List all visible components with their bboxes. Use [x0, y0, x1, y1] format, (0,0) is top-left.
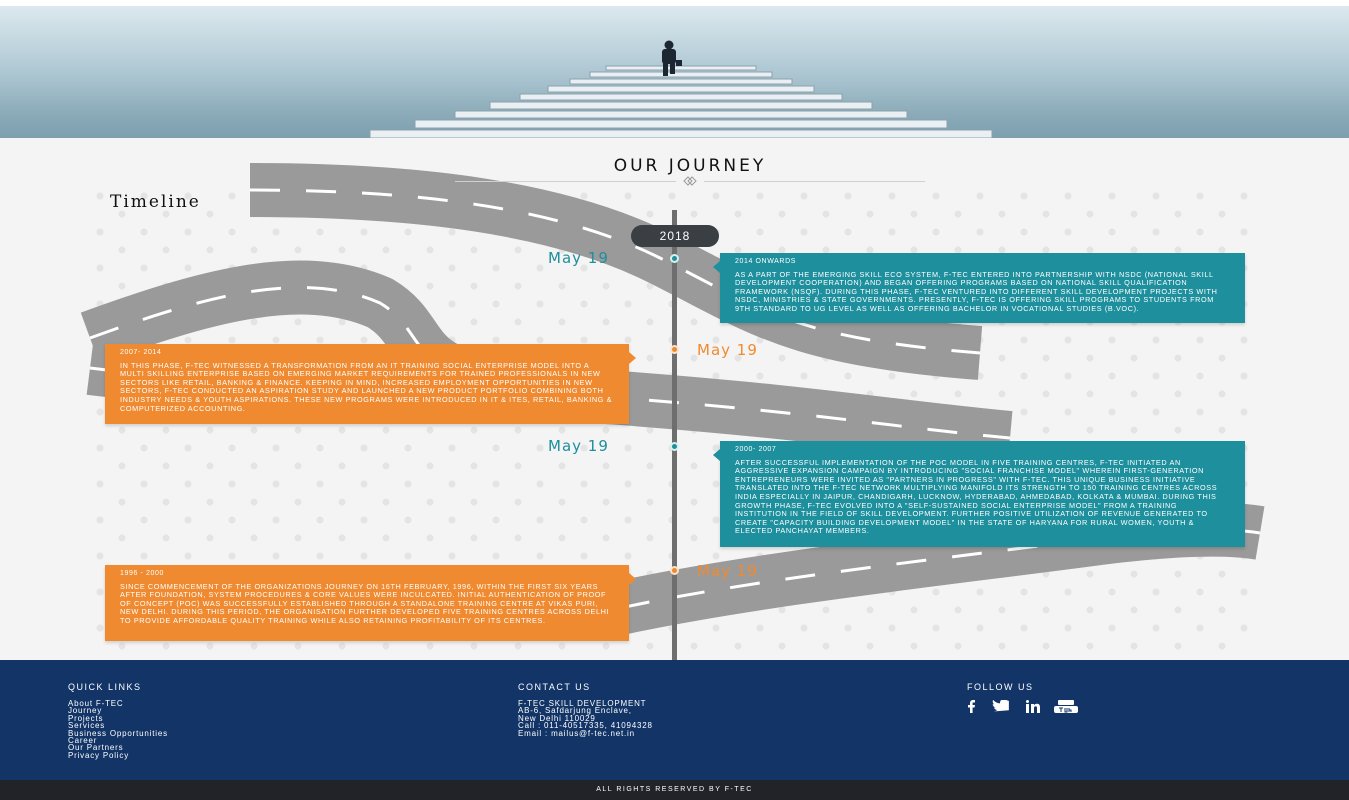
youtube-icon[interactable] — [1054, 700, 1078, 713]
social-icons — [967, 700, 1078, 713]
card-period: 2007- 2014 — [120, 349, 162, 356]
card-text: AS A PART OF THE EMERGING SKILL ECO SYST… — [735, 269, 1218, 313]
timeline-date: May 19 — [548, 437, 609, 455]
contact-email[interactable]: Email : mailus@f-tec.net.in — [518, 729, 653, 737]
hero-staircase-image — [0, 6, 1349, 138]
follow-heading: FOLLOW US — [967, 682, 1034, 692]
timeline-card: 1996 - 2000 SINCE COMMENCEMENT OF THE OR… — [105, 565, 636, 641]
follow-column: FOLLOW US — [967, 682, 1078, 713]
copyright-bar: ALL RIGHTS RESERVED BY F-TEC — [0, 780, 1349, 800]
twitter-icon[interactable] — [990, 700, 1012, 713]
card-text: AFTER SUCCESSFUL IMPLEMENTATION OF THE P… — [735, 457, 1218, 536]
card-text: IN THIS PHASE, F-TEC WITNESSED A TRANSFO… — [120, 360, 613, 413]
timeline-date: May 19 — [548, 249, 609, 267]
facebook-icon[interactable] — [967, 700, 976, 713]
journey-section: OUR JOURNEY Timeline 2018 May 19 2014 ON… — [0, 138, 1349, 660]
quick-links-column: QUICK LINKS About F-TEC Journey Projects… — [68, 682, 168, 760]
timeline-heading: Timeline — [110, 192, 201, 212]
timeline-card: 2000- 2007 AFTER SUCCESSFUL IMPLEMENTATI… — [713, 441, 1245, 547]
timeline-date: May 19 — [697, 562, 758, 580]
hero-banner — [0, 0, 1349, 138]
diamond-ornament-icon — [676, 176, 704, 186]
timeline-date: May 19 — [697, 341, 758, 359]
quick-links-heading: QUICK LINKS — [68, 682, 142, 692]
timeline-dot — [670, 254, 679, 263]
card-text: SINCE COMMENCEMENT OF THE ORGANIZATIONS … — [120, 581, 610, 625]
timeline-axis — [672, 210, 677, 660]
site-footer: QUICK LINKS About F-TEC Journey Projects… — [0, 660, 1349, 780]
timeline-dot — [670, 345, 679, 354]
contact-column: CONTACT US F-TEC SKILL DEVELOPMENT AB-6,… — [518, 682, 653, 737]
card-period: 1996 - 2000 — [120, 570, 164, 577]
card-period: 2014 ONWARDS — [735, 258, 797, 265]
timeline-dot — [670, 442, 679, 451]
section-title: OUR JOURNEY — [613, 156, 767, 176]
linkedin-icon[interactable] — [1026, 700, 1040, 713]
card-period: 2000- 2007 — [735, 446, 777, 453]
timeline-dot — [670, 566, 679, 575]
timeline-card: 2007- 2014 IN THIS PHASE, F-TEC WITNESSE… — [105, 344, 636, 424]
timeline-card: 2014 ONWARDS AS A PART OF THE EMERGING S… — [713, 253, 1245, 323]
year-badge: 2018 — [631, 225, 719, 247]
contact-heading: CONTACT US — [518, 682, 591, 692]
footer-link-privacy[interactable]: Privacy Policy — [68, 751, 168, 759]
